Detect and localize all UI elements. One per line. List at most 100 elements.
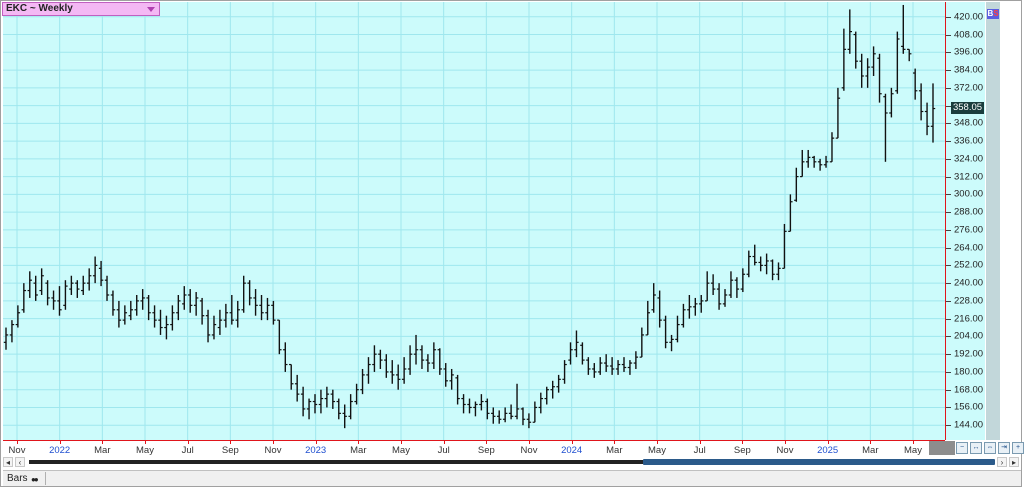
binoculars-icon[interactable]: ●● — [31, 475, 39, 484]
ohlc-bar — [865, 58, 870, 88]
ohlc-bar — [728, 271, 734, 298]
scroll-left-icon[interactable]: ◂ — [3, 457, 13, 467]
x-tick — [187, 441, 189, 444]
ohlc-bar — [277, 319, 282, 355]
ohlc-bar — [330, 389, 336, 409]
ohlc-bar — [895, 31, 900, 94]
scroll-thumb[interactable] — [643, 459, 995, 465]
ohlc-bar — [92, 256, 98, 284]
x-month-label: Nov — [8, 445, 26, 456]
ohlc-bar — [657, 290, 662, 328]
y-tick — [946, 229, 951, 231]
x-month-label: Sep — [733, 445, 751, 456]
chart-window: EKC ~ Weekly 420.00 408.00 396.00 384.00 372… — [0, 0, 1024, 487]
scroll-right-icon[interactable]: ▸ — [1009, 457, 1019, 467]
y-tick — [946, 212, 951, 214]
y-tick-label: 204.00 — [954, 330, 984, 342]
ohlc-bar — [669, 334, 674, 352]
right-margin-strip — [986, 2, 1000, 440]
buy-sell-badge[interactable]: BS — [987, 9, 999, 19]
ohlc-bar — [128, 300, 133, 321]
end-icon[interactable]: ⇥ — [998, 442, 1010, 454]
status-bar: Bars ●● — [3, 470, 1021, 486]
ohlc-bar — [366, 357, 371, 384]
ohlc-bar — [69, 275, 74, 295]
y-tick-label: 264.00 — [954, 242, 984, 254]
ohlc-bar — [770, 259, 775, 281]
ohlc-bar — [342, 404, 347, 429]
y-tick-label: 312.00 — [954, 171, 984, 183]
ohlc-bar — [39, 268, 44, 295]
ohlc-bar — [841, 28, 847, 91]
y-tick — [946, 300, 951, 302]
ohlc-bar — [33, 275, 38, 301]
x-year-label: 2022 — [49, 445, 71, 456]
ohlc-bar — [574, 330, 579, 358]
axis-corner — [929, 441, 955, 455]
ohlc-bar — [158, 309, 163, 335]
ohlc-bar — [21, 283, 27, 313]
ohlc-bar — [603, 354, 609, 372]
zoom-out-icon[interactable]: − — [956, 442, 968, 454]
ohlc-bar — [15, 305, 21, 328]
ohlc-bar — [205, 309, 211, 343]
x-year-label: 2024 — [561, 445, 583, 456]
x-tick — [401, 441, 402, 444]
chart-plot-area[interactable] — [3, 2, 945, 440]
ohlc-bar — [51, 290, 56, 310]
x-month-label: May — [392, 445, 410, 456]
ohlc-bar — [580, 342, 585, 365]
x-tick — [529, 441, 530, 444]
ohlc-bar — [681, 303, 686, 328]
y-tick-label: 408.00 — [954, 29, 984, 41]
ohlc-bar — [912, 68, 918, 100]
ohlc-bar — [479, 394, 484, 411]
y-tick — [946, 194, 951, 196]
ohlc-bar — [847, 9, 853, 54]
ohlc-bar — [526, 413, 532, 429]
ohlc-bar — [918, 83, 924, 121]
ohlc-bar — [419, 345, 425, 369]
x-tick — [913, 441, 914, 444]
ohlc-bar — [811, 155, 817, 168]
y-tick — [946, 336, 951, 338]
y-tick — [946, 158, 951, 160]
chart-scrollbar: ◂ ‹ › ▸ — [3, 457, 1021, 468]
ohlc-bar — [110, 290, 116, 316]
scroll-left-step-icon[interactable]: ‹ — [15, 457, 25, 467]
symbol-selector[interactable]: EKC ~ Weekly — [2, 2, 160, 16]
ohlc-bar — [704, 271, 710, 302]
ohlc-bar — [193, 292, 199, 316]
last-price-tag: 358.05 — [951, 102, 984, 115]
ohlc-bar — [116, 300, 122, 328]
y-tick-label: 216.00 — [954, 313, 984, 325]
x-tick — [230, 441, 232, 444]
ohlc-bar — [901, 4, 906, 54]
ohlc-bar — [45, 280, 50, 306]
ohlc-bar — [592, 363, 597, 378]
compress-icon[interactable]: ↔ — [970, 442, 982, 454]
expand-icon[interactable]: ⇔ — [984, 442, 996, 454]
ohlc-bar — [663, 315, 668, 349]
ohlc-bar — [491, 407, 496, 424]
dropdown-arrow-icon[interactable] — [147, 7, 155, 12]
ohlc-bar — [395, 364, 401, 390]
ohlc-bar — [788, 194, 793, 232]
zoom-in-icon[interactable]: + — [1012, 442, 1024, 454]
ohlc-bar — [81, 275, 86, 295]
ohlc-bar — [722, 289, 728, 307]
price-axis[interactable]: 420.00408.00396.00384.00372.00360.00348.… — [945, 2, 985, 440]
y-tick-label: 228.00 — [954, 295, 984, 307]
ohlc-bar — [817, 158, 823, 171]
x-tick — [571, 441, 573, 444]
ohlc-bar — [259, 294, 264, 321]
x-month-label: Nov — [520, 445, 538, 456]
ohlc-bar — [782, 223, 787, 269]
status-divider — [45, 472, 46, 485]
price-chart[interactable] — [3, 2, 945, 440]
ohlc-bar — [336, 398, 341, 420]
x-tick — [273, 441, 274, 444]
time-axis[interactable]: Nov 2022 Mar May Jul Sep Nov 2023 Mar May Jul Sep No… — [3, 440, 945, 456]
x-month-label: May — [904, 445, 922, 456]
scroll-right-step-icon[interactable]: › — [997, 457, 1007, 467]
